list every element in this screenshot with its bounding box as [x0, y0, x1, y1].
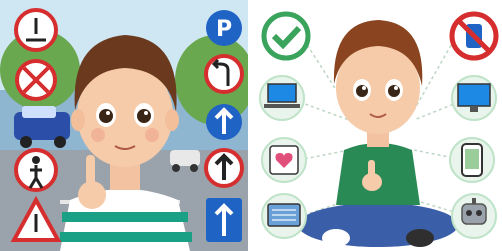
- checkmark-icon: [261, 11, 311, 61]
- no-entry-sign: [15, 59, 57, 101]
- parking-sign-letter: P: [216, 17, 232, 42]
- pedestrian-crossing-sign: [14, 8, 58, 52]
- monitor-icon: [451, 75, 497, 121]
- tablet-heart-icon: [261, 137, 307, 183]
- ahead-arrow-sign-2: [204, 148, 244, 188]
- device-safety-panel: [254, 0, 502, 251]
- one-way-sign: [206, 198, 242, 242]
- parking-sign: P: [206, 10, 242, 46]
- pedestrian-sign: [14, 148, 58, 192]
- laptop-icon: [259, 75, 305, 121]
- robot-icon: [451, 193, 497, 239]
- ahead-arrow-sign: [206, 104, 242, 140]
- device-scene: [254, 0, 502, 251]
- traffic-safety-panel: P: [0, 0, 248, 251]
- traffic-scene: P: [0, 0, 248, 251]
- no-phone-icon: [449, 11, 499, 61]
- phone-icon: [449, 137, 495, 183]
- no-left-turn-sign: [204, 54, 244, 94]
- keyboard-icon: [261, 193, 307, 239]
